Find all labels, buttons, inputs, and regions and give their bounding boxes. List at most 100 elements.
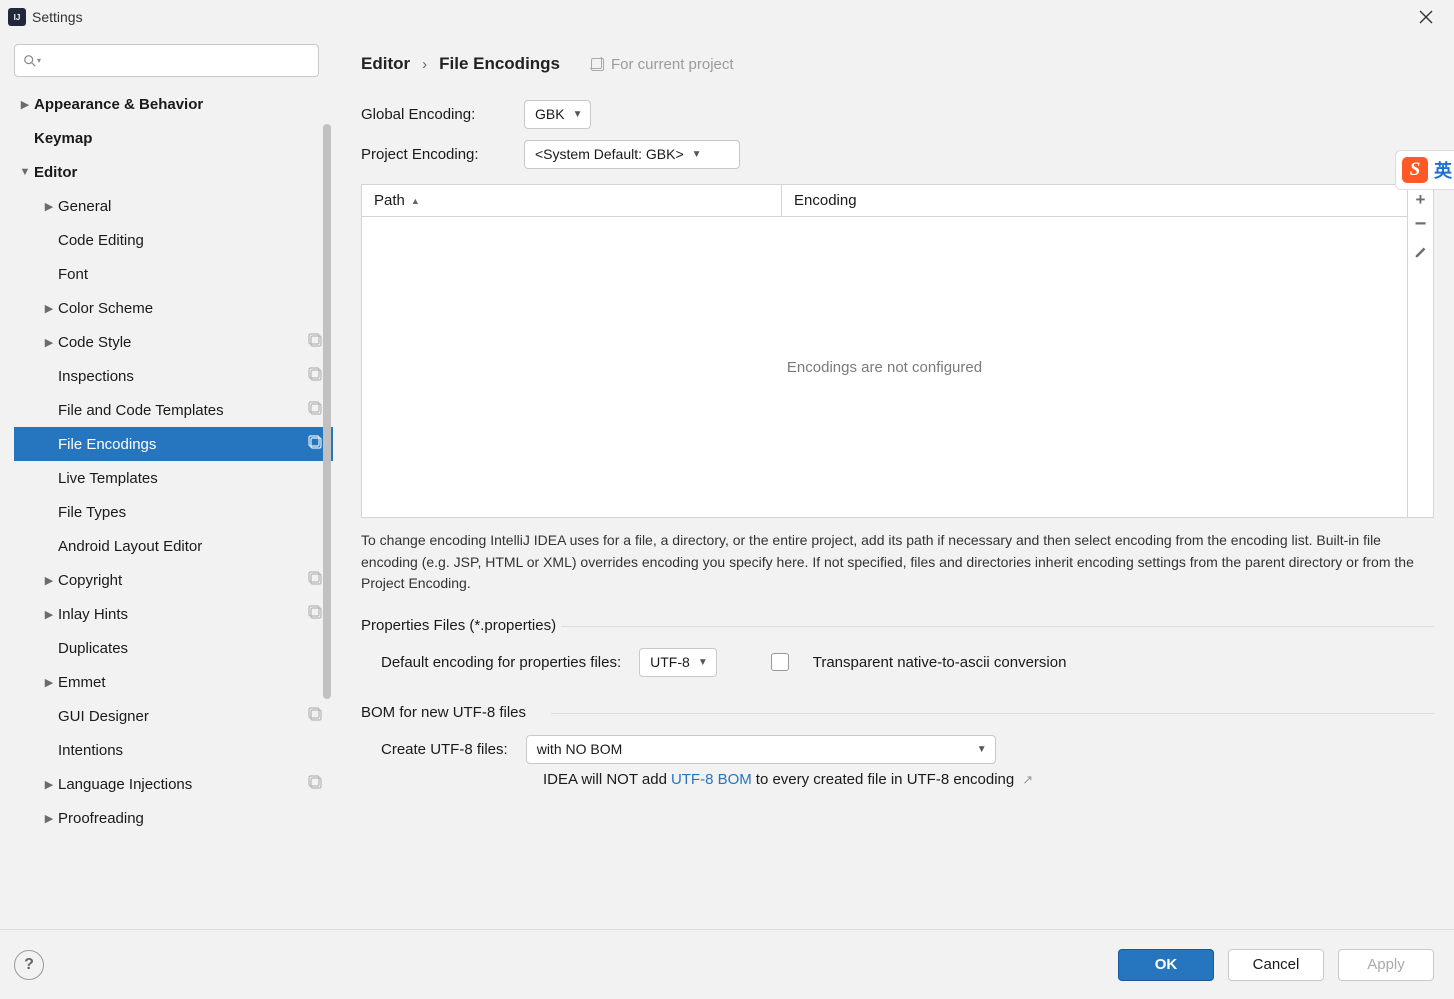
add-row-button[interactable]: + — [1412, 191, 1430, 209]
project-scope-icon — [308, 707, 323, 725]
chevron-down-icon: ▼ — [692, 149, 702, 160]
help-text: To change encoding IntelliJ IDEA uses fo… — [361, 530, 1434, 595]
sidebar-item-duplicates[interactable]: Duplicates — [14, 631, 333, 665]
column-path[interactable]: Path ▲ — [362, 185, 782, 216]
project-scope-icon — [308, 571, 323, 589]
close-button[interactable] — [1406, 0, 1446, 34]
sidebar-item-label: File Types — [58, 504, 126, 521]
properties-default-label: Default encoding for properties files: — [381, 654, 621, 671]
scrollbar-thumb[interactable] — [323, 124, 331, 699]
chevron-right-icon: ▶ — [40, 676, 58, 689]
column-encoding[interactable]: Encoding — [782, 185, 1407, 216]
sidebar-item-general[interactable]: ▶General — [14, 189, 333, 223]
remove-row-button[interactable]: − — [1412, 215, 1430, 233]
settings-dialog: Settings ▾ ▶Appearance & BehaviorKeymap▼… — [0, 0, 1454, 999]
table-empty-text: Encodings are not configured — [362, 217, 1407, 517]
project-scope-icon — [308, 333, 323, 351]
sidebar-item-label: File Encodings — [58, 436, 156, 453]
external-link-icon: ↗ — [1022, 772, 1033, 788]
sidebar-item-keymap[interactable]: Keymap — [14, 121, 333, 155]
sogou-icon: S — [1402, 157, 1428, 183]
search-input[interactable]: ▾ — [14, 44, 319, 77]
chevron-down-icon: ▼ — [16, 166, 34, 178]
sidebar-item-label: Intentions — [58, 742, 123, 759]
properties-section-title: Properties Files (*.properties) — [361, 617, 1434, 634]
dialog-footer: ? OK Cancel Apply — [0, 929, 1454, 999]
sidebar-item-editor[interactable]: ▼Editor — [14, 155, 333, 189]
cancel-button[interactable]: Cancel — [1228, 949, 1324, 981]
project-scope-icon — [308, 435, 323, 453]
sidebar-item-file-encodings[interactable]: File Encodings — [14, 427, 333, 461]
sidebar-item-label: Live Templates — [58, 470, 158, 487]
sidebar-item-label: Android Layout Editor — [58, 538, 202, 555]
table-toolbar: + − — [1407, 185, 1433, 517]
help-button[interactable]: ? — [14, 950, 44, 980]
project-scope-icon — [308, 605, 323, 623]
project-scope-icon — [308, 367, 323, 385]
bom-section-title: BOM for new UTF-8 files — [361, 704, 1434, 721]
close-icon — [1419, 10, 1433, 24]
settings-tree[interactable]: ▶Appearance & BehaviorKeymap▼Editor▶Gene… — [14, 87, 333, 929]
sidebar-item-live-templates[interactable]: Live Templates — [14, 461, 333, 495]
sidebar-item-label: Code Editing — [58, 232, 144, 249]
sidebar-item-inlay-hints[interactable]: ▶Inlay Hints — [14, 597, 333, 631]
apply-button[interactable]: Apply — [1338, 949, 1434, 981]
breadcrumb: Editor › File Encodings For current proj… — [361, 34, 1444, 94]
sidebar-item-color-scheme[interactable]: ▶Color Scheme — [14, 291, 333, 325]
pencil-icon — [1414, 245, 1428, 259]
sidebar-item-emmet[interactable]: ▶Emmet — [14, 665, 333, 699]
ime-indicator[interactable]: S 英 — [1395, 150, 1454, 190]
sidebar-item-label: General — [58, 198, 111, 215]
sidebar-item-android-layout-editor[interactable]: Android Layout Editor — [14, 529, 333, 563]
sidebar-item-label: Font — [58, 266, 88, 283]
sidebar-item-code-editing[interactable]: Code Editing — [14, 223, 333, 257]
create-utf8-combo[interactable]: with NO BOM ▼ — [526, 735, 996, 764]
encodings-table: Path ▲ Encoding Encodings are not config… — [361, 184, 1434, 518]
sidebar-item-label: Proofreading — [58, 810, 144, 827]
titlebar: Settings — [0, 0, 1454, 34]
sidebar-item-file-and-code-templates[interactable]: File and Code Templates — [14, 393, 333, 427]
sort-asc-icon: ▲ — [411, 196, 420, 206]
global-encoding-combo[interactable]: GBK ▼ — [524, 100, 591, 129]
sidebar-item-gui-designer[interactable]: GUI Designer — [14, 699, 333, 733]
project-encoding-combo[interactable]: <System Default: GBK> ▼ — [524, 140, 740, 169]
sidebar-item-font[interactable]: Font — [14, 257, 333, 291]
sidebar-item-label: File and Code Templates — [58, 402, 224, 419]
sidebar-item-inspections[interactable]: Inspections — [14, 359, 333, 393]
sidebar-item-file-types[interactable]: File Types — [14, 495, 333, 529]
sidebar-item-label: GUI Designer — [58, 708, 149, 725]
transparent-ascii-checkbox[interactable] — [771, 653, 789, 671]
create-utf8-label: Create UTF-8 files: — [381, 741, 508, 758]
app-icon — [8, 8, 26, 26]
search-icon — [23, 54, 37, 68]
chevron-right-icon: › — [420, 56, 429, 73]
project-encoding-label: Project Encoding: — [361, 146, 506, 163]
sidebar-item-proofreading[interactable]: ▶Proofreading — [14, 801, 333, 835]
breadcrumb-root[interactable]: Editor — [361, 54, 410, 74]
chevron-right-icon: ▶ — [40, 778, 58, 791]
chevron-right-icon: ▶ — [40, 336, 58, 349]
global-encoding-label: Global Encoding: — [361, 106, 506, 123]
transparent-ascii-label: Transparent native-to-ascii conversion — [813, 654, 1067, 671]
sidebar-item-intentions[interactable]: Intentions — [14, 733, 333, 767]
chevron-right-icon: ▶ — [40, 812, 58, 825]
ok-button[interactable]: OK — [1118, 949, 1214, 981]
dialog-body: ▾ ▶Appearance & BehaviorKeymap▼Editor▶Ge… — [0, 34, 1454, 929]
search-dropdown-icon: ▾ — [37, 56, 41, 65]
sidebar-item-label: Inlay Hints — [58, 606, 128, 623]
sidebar-item-label: Duplicates — [58, 640, 128, 657]
project-scope-icon — [308, 775, 323, 793]
utf8-bom-link[interactable]: UTF-8 BOM — [671, 771, 752, 788]
sidebar-item-code-style[interactable]: ▶Code Style — [14, 325, 333, 359]
content: Global Encoding: GBK ▼ Project Encoding:… — [361, 94, 1444, 929]
for-current-project: For current project — [590, 56, 734, 73]
sidebar-item-copyright[interactable]: ▶Copyright — [14, 563, 333, 597]
bom-note: IDEA will NOT add UTF-8 BOM to every cre… — [361, 771, 1434, 788]
properties-default-combo[interactable]: UTF-8 ▼ — [639, 648, 717, 677]
sidebar-item-label: Emmet — [58, 674, 106, 691]
sidebar-item-appearance-behavior[interactable]: ▶Appearance & Behavior — [14, 87, 333, 121]
sidebar-item-label: Color Scheme — [58, 300, 153, 317]
edit-row-button[interactable] — [1412, 243, 1430, 261]
sidebar-item-language-injections[interactable]: ▶Language Injections — [14, 767, 333, 801]
sidebar-item-label: Appearance & Behavior — [34, 96, 203, 113]
